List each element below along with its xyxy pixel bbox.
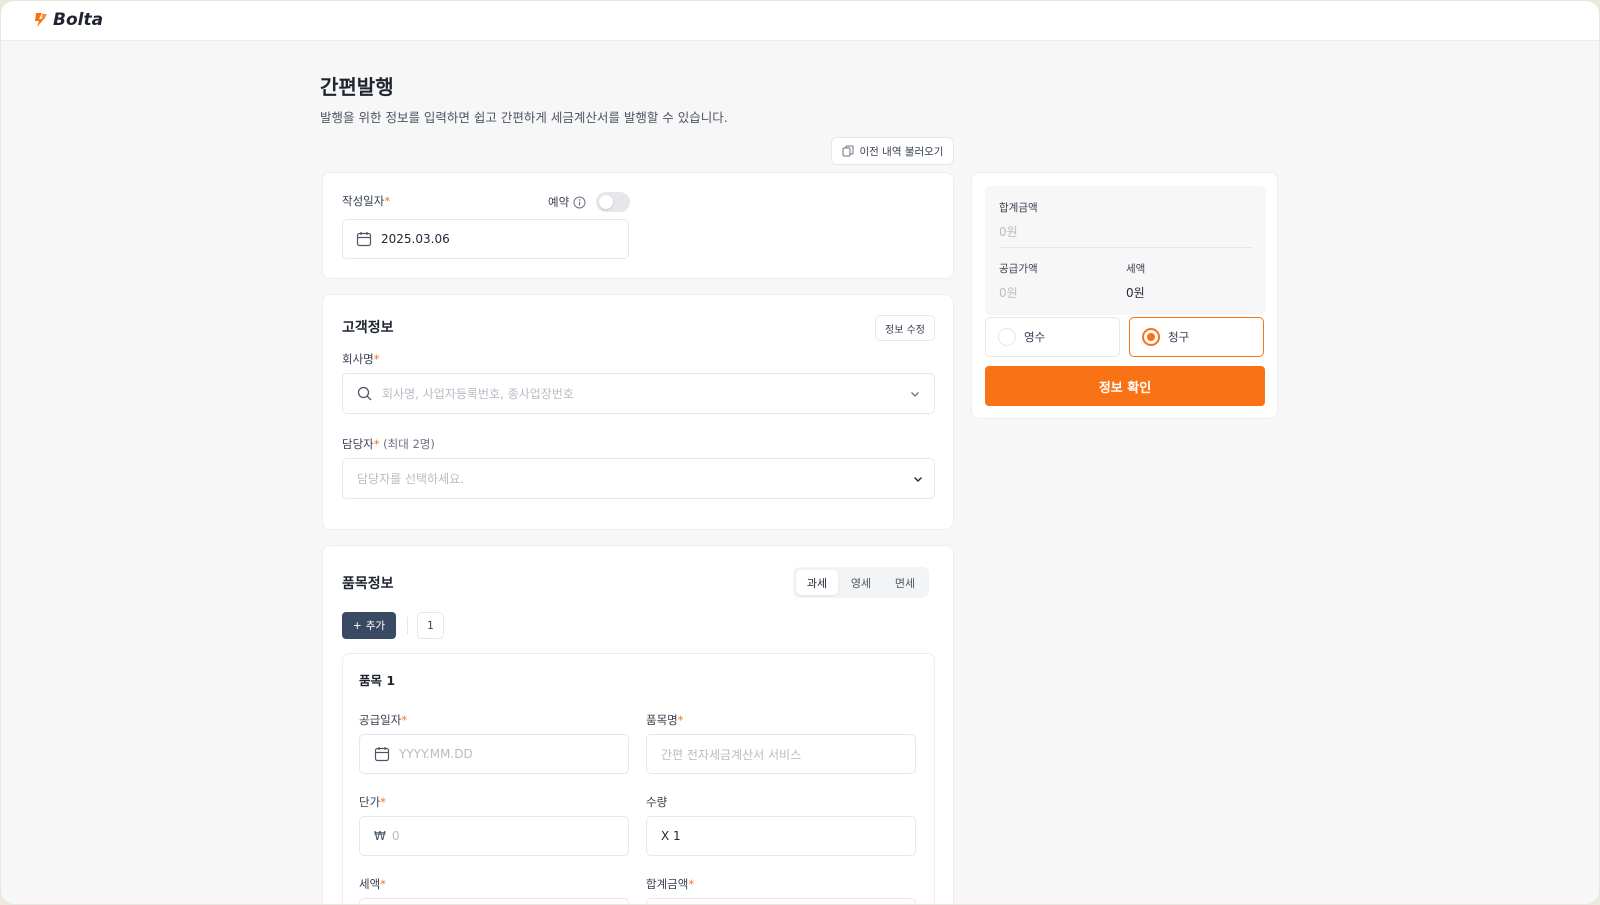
tab-zero-rated[interactable]: 영세 — [840, 570, 882, 595]
summary-tax-value: 0원 — [1126, 286, 1145, 300]
tab-exempt[interactable]: 면세 — [884, 570, 926, 595]
items-card: 품목정보 과세 영세 면세 + 추가 1 품목 1 공급일자* YYYY.MM.… — [322, 545, 954, 904]
search-icon — [357, 386, 372, 401]
bolta-logo-icon — [35, 13, 47, 27]
top-bar: Bolta — [1, 1, 1599, 41]
company-label: 회사명* — [342, 352, 380, 366]
receipt-label: 영수 — [1024, 330, 1046, 344]
receipt-option[interactable]: 영수 — [985, 317, 1120, 357]
logo-text: Bolta — [53, 10, 104, 30]
page-title: 간편발행 — [320, 75, 394, 99]
summary-total-label: 합계금액 — [999, 202, 1038, 214]
summary-divider — [999, 247, 1252, 248]
load-previous-button[interactable]: 이전 내역 불러오기 — [831, 137, 954, 165]
currency-symbol: ₩ — [374, 829, 386, 843]
company-search-placeholder: 회사명, 사업자등록번호, 종사업장번호 — [382, 387, 574, 401]
calendar-icon — [356, 232, 372, 247]
copy-icon — [842, 145, 854, 157]
write-date-label: 작성일자* — [342, 194, 391, 208]
company-search-input[interactable]: 회사명, 사업자등록번호, 종사업장번호 — [342, 373, 935, 414]
confirm-info-button[interactable]: 정보 확인 — [985, 366, 1265, 406]
supply-date-input[interactable]: YYYY.MM.DD — [359, 734, 629, 774]
add-item-button[interactable]: + 추가 — [342, 612, 396, 639]
add-item-label: 추가 — [365, 620, 386, 632]
tab-taxable[interactable]: 과세 — [796, 570, 838, 595]
manager-select-placeholder: 담당자를 선택하세요. — [357, 472, 464, 486]
app-window: Bolta 간편발행 발행을 위한 정보를 입력하면 쉽고 간편하게 세금계산서… — [0, 0, 1600, 905]
quantity-label: 수량 — [646, 795, 668, 809]
load-previous-label: 이전 내역 불러오기 — [859, 145, 944, 158]
summary-tax-label: 세액 — [1126, 263, 1146, 275]
quantity-value: X 1 — [661, 829, 681, 843]
tax-input[interactable] — [359, 898, 629, 904]
chevron-down-icon[interactable] — [909, 388, 921, 400]
chevron-down-icon[interactable] — [912, 473, 924, 485]
customer-card: 고객정보 정보 수정 회사명* 회사명, 사업자등록번호, 종사업장번호 담당자… — [322, 294, 954, 530]
calendar-icon — [374, 747, 390, 762]
item-name-label: 품목명* — [646, 713, 684, 727]
divider — [407, 617, 408, 634]
summary-amounts: 합계금액 0원 공급가액 0원 세액 0원 — [985, 186, 1266, 315]
item-name-input[interactable]: 간편 전자세금계산서 서비스 — [646, 734, 916, 774]
summary-card: 합계금액 0원 공급가액 0원 세액 0원 영수 청구 정보 확인 — [971, 172, 1278, 419]
summary-supply-value: 0원 — [999, 286, 1018, 300]
tax-type-segmented: 과세 영세 면세 — [793, 567, 929, 598]
reserve-toggle[interactable] — [596, 192, 630, 212]
edit-info-button[interactable]: 정보 수정 — [875, 315, 935, 341]
item-name-placeholder: 간편 전자세금계산서 서비스 — [661, 747, 802, 762]
item-card-1: 품목 1 공급일자* YYYY.MM.DD 품목명* 간편 전자세금계산서 서비… — [342, 653, 935, 904]
summary-total-value: 0원 — [999, 225, 1018, 239]
info-icon[interactable] — [573, 196, 586, 209]
unit-price-placeholder: 0 — [391, 829, 400, 843]
write-date-value: 2025.03.06 — [381, 232, 450, 246]
unit-price-label: 단가* — [359, 795, 386, 809]
supply-date-placeholder: YYYY.MM.DD — [399, 747, 473, 761]
item-total-label: 합계금액* — [646, 877, 695, 891]
receipt-radio[interactable] — [998, 328, 1016, 346]
supply-date-label: 공급일자* — [359, 713, 408, 727]
items-title: 품목정보 — [342, 576, 394, 592]
date-card: 작성일자* 예약 2025.03.06 — [322, 172, 954, 279]
toggle-knob — [599, 195, 613, 209]
customer-title: 고객정보 — [342, 320, 394, 336]
summary-supply-label: 공급가액 — [999, 263, 1038, 275]
manager-select[interactable]: 담당자를 선택하세요. — [342, 458, 935, 499]
claim-label: 청구 — [1168, 330, 1190, 344]
item-total-input[interactable] — [646, 898, 916, 904]
page-subtitle: 발행을 위한 정보를 입력하면 쉽고 간편하게 세금계산서를 발행할 수 있습니… — [320, 110, 728, 125]
item-title: 품목 1 — [359, 673, 396, 688]
tax-label: 세액* — [359, 877, 386, 891]
plus-icon: + — [352, 619, 362, 632]
claim-radio[interactable] — [1142, 328, 1160, 346]
reserve-label: 예약 — [548, 194, 586, 210]
item-count-chip[interactable]: 1 — [417, 612, 444, 639]
quantity-input[interactable]: X 1 — [646, 816, 916, 856]
write-date-input[interactable]: 2025.03.06 — [342, 219, 629, 259]
logo[interactable]: Bolta — [32, 10, 103, 30]
manager-label: 담당자* (최대 2명) — [342, 437, 435, 451]
unit-price-input[interactable]: ₩ 0 — [359, 816, 629, 856]
claim-option[interactable]: 청구 — [1129, 317, 1264, 357]
